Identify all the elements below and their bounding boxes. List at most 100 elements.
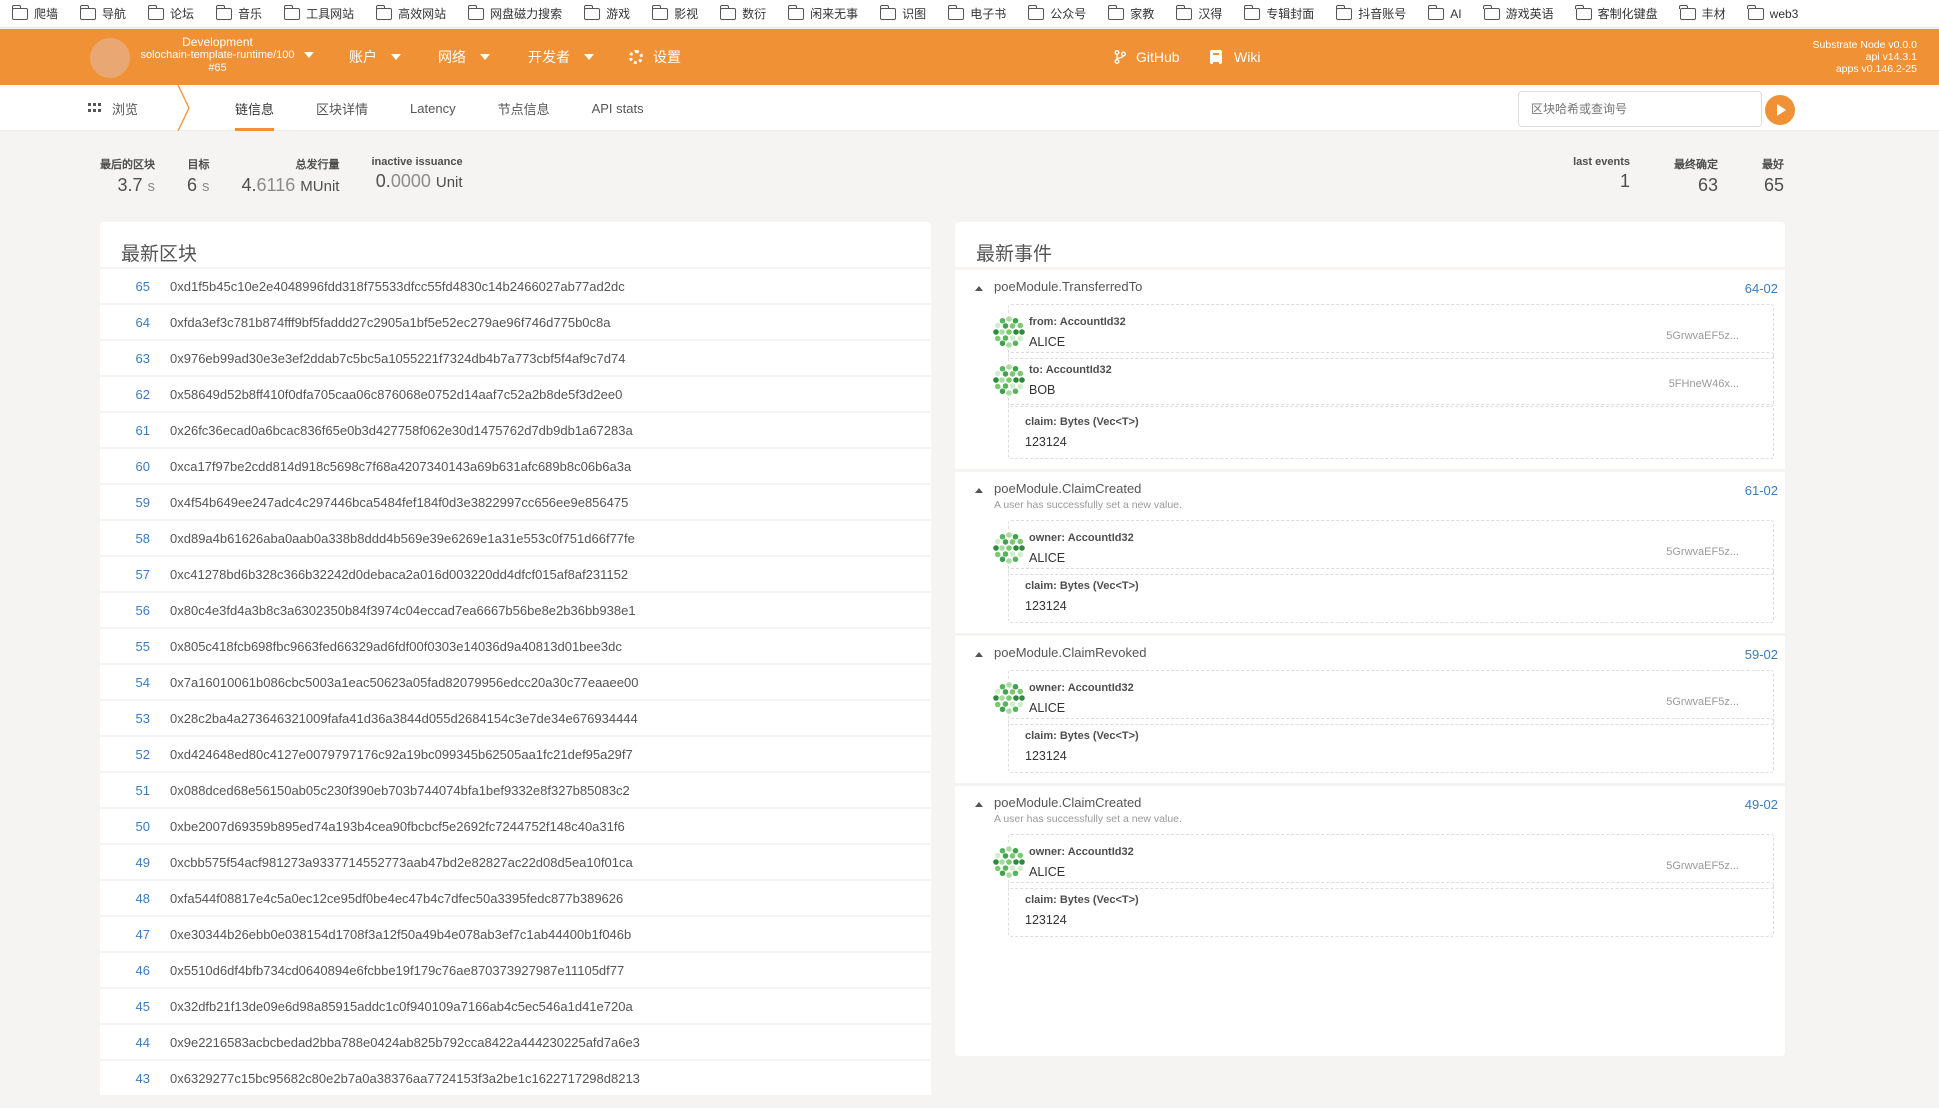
bookmark-item[interactable]: 工具网站 — [283, 4, 354, 22]
identicon-icon[interactable] — [991, 314, 1027, 350]
tab-node-info[interactable]: 节点信息 — [498, 85, 550, 131]
folder-icon — [787, 4, 805, 20]
block-number-link[interactable]: 51 — [100, 783, 150, 798]
block-number-link[interactable]: 54 — [100, 675, 150, 690]
bookmark-item[interactable]: 闲来无事 — [787, 4, 858, 22]
account-address: 5FHneW46x... — [1668, 378, 1739, 390]
nav-network[interactable]: 网络 — [438, 29, 490, 85]
chevron-up-icon[interactable] — [975, 652, 983, 657]
search-submit-button[interactable] — [1765, 95, 1795, 125]
stat-finalized: 最终确定 63 — [1674, 156, 1718, 196]
bookmark-item[interactable]: 丰材 — [1679, 4, 1726, 22]
folder-icon — [215, 4, 233, 20]
block-number-link[interactable]: 52 — [100, 747, 150, 762]
block-hash: 0xc41278bd6b328c366b32242d0debaca2a016d0… — [170, 566, 629, 582]
block-number-link[interactable]: 45 — [100, 999, 150, 1014]
block-number-link[interactable]: 62 — [100, 387, 150, 402]
chevron-up-icon[interactable] — [975, 286, 983, 291]
bookmark-item[interactable]: 高效网站 — [375, 4, 446, 22]
chevron-down-icon[interactable] — [304, 52, 314, 58]
block-number-link[interactable]: 58 — [100, 531, 150, 546]
block-number-link[interactable]: 55 — [100, 639, 150, 654]
event-id-link[interactable]: 64-02 — [1745, 281, 1778, 296]
block-number-link[interactable]: 46 — [100, 963, 150, 978]
block-number-link[interactable]: 47 — [100, 927, 150, 942]
bookmark-item[interactable]: 音乐 — [215, 4, 262, 22]
block-number-link[interactable]: 60 — [100, 459, 150, 474]
folder-icon — [1335, 4, 1353, 20]
tab-latency[interactable]: Latency — [410, 85, 456, 131]
nav-developer[interactable]: 开发者 — [528, 29, 594, 85]
bookmark-item[interactable]: 影视 — [651, 4, 698, 22]
chevron-up-icon[interactable] — [975, 802, 983, 807]
table-row: 46 0x5510d6df4bfb734cd0640894e6fcbbe19f17… — [100, 953, 931, 987]
github-link[interactable]: GitHub — [1114, 29, 1180, 85]
stat-value: 63 — [1697, 175, 1718, 195]
param-value: ALICE — [1029, 865, 1066, 879]
bookmark-item[interactable]: web3 — [1747, 4, 1798, 21]
event-id-link[interactable]: 59-02 — [1745, 647, 1778, 662]
event-id-link[interactable]: 49-02 — [1745, 797, 1778, 812]
block-number-link[interactable]: 49 — [100, 855, 150, 870]
bookmark-item[interactable]: 数衍 — [719, 4, 766, 22]
event-header[interactable]: poeModule.ClaimRevoked 59-02 — [955, 636, 1785, 666]
identicon-icon[interactable] — [991, 530, 1027, 566]
gear-icon — [629, 50, 643, 64]
nav-settings[interactable]: 设置 — [629, 29, 681, 85]
block-number-link[interactable]: 53 — [100, 711, 150, 726]
tab-api-stats[interactable]: API stats — [592, 85, 644, 131]
event-id-link[interactable]: 61-02 — [1745, 483, 1778, 498]
bookmark-item[interactable]: AI — [1427, 4, 1462, 21]
block-number-link[interactable]: 43 — [100, 1071, 150, 1086]
event-header[interactable]: poeModule.TransferredTo 64-02 — [955, 270, 1785, 300]
account-param: to: AccountId32 BOB 5FHneW46x... — [991, 352, 1774, 407]
block-number-link[interactable]: 64 — [100, 315, 150, 330]
event-header[interactable]: poeModule.ClaimCreated A user has success… — [955, 786, 1785, 830]
node-version: Substrate Node v0.0.0 — [1812, 39, 1917, 51]
bookmark-label: 游戏 — [606, 7, 631, 21]
event-item: poeModule.TransferredTo 64-02 from: Accoun… — [955, 267, 1785, 469]
block-number-link[interactable]: 65 — [100, 279, 150, 294]
browse-menu[interactable]: 浏览 — [88, 85, 138, 131]
chain-logo[interactable] — [90, 38, 130, 78]
bookmark-item[interactable]: 爬墙 — [11, 4, 58, 22]
bookmark-item[interactable]: 论坛 — [147, 4, 194, 22]
event-header[interactable]: poeModule.ClaimCreated A user has success… — [955, 472, 1785, 516]
bookmark-item[interactable]: 游戏 — [583, 4, 631, 22]
bookmark-item[interactable]: 网盘磁力搜索 — [467, 4, 563, 22]
identicon-icon[interactable] — [991, 680, 1027, 716]
bookmark-item[interactable]: 游戏英语 — [1483, 4, 1554, 22]
nav-accounts[interactable]: 账户 — [349, 29, 401, 85]
wiki-link[interactable]: Wiki — [1210, 29, 1260, 85]
chain-selector[interactable]: Development solochain-template-runtime/1… — [140, 36, 295, 75]
tab-chain-info[interactable]: 链信息 — [235, 85, 275, 131]
block-number-link[interactable]: 44 — [100, 1035, 150, 1050]
account-address: 5GrwvaEF5z... — [1666, 546, 1739, 558]
chevron-up-icon[interactable] — [975, 488, 983, 493]
stat-last-events: last events 1 — [1573, 156, 1630, 196]
block-number-link[interactable]: 56 — [100, 603, 150, 618]
block-number-link[interactable]: 57 — [100, 567, 150, 582]
block-search-input[interactable] — [1518, 91, 1762, 127]
identicon-icon[interactable] — [991, 844, 1027, 880]
stat-value: 1 — [1619, 171, 1630, 191]
tab-block-details[interactable]: 区块详情 — [316, 85, 368, 131]
identicon-icon[interactable] — [991, 362, 1027, 398]
bookmark-item[interactable]: 导航 — [79, 4, 126, 22]
bookmark-item[interactable]: 公众号 — [1027, 4, 1086, 22]
bookmark-item[interactable]: 识图 — [879, 4, 926, 22]
block-number-link[interactable]: 50 — [100, 819, 150, 834]
bookmark-item[interactable]: 汉得 — [1175, 4, 1222, 22]
bookmark-item[interactable]: 客制化键盘 — [1575, 4, 1658, 22]
event-name: poeModule.TransferredTo — [994, 279, 1143, 294]
bookmark-item[interactable]: 抖音账号 — [1335, 4, 1406, 22]
bookmark-item[interactable]: 家教 — [1107, 4, 1154, 22]
folder-icon — [283, 4, 301, 20]
block-number-link[interactable]: 48 — [100, 891, 150, 906]
block-number-link[interactable]: 63 — [100, 351, 150, 366]
block-number-link[interactable]: 59 — [100, 495, 150, 510]
block-number-link[interactable]: 61 — [100, 423, 150, 438]
bookmark-label: 网盘磁力搜索 — [490, 7, 563, 21]
bookmark-item[interactable]: 专辑封面 — [1243, 4, 1314, 22]
bookmark-item[interactable]: 电子书 — [947, 4, 1006, 22]
